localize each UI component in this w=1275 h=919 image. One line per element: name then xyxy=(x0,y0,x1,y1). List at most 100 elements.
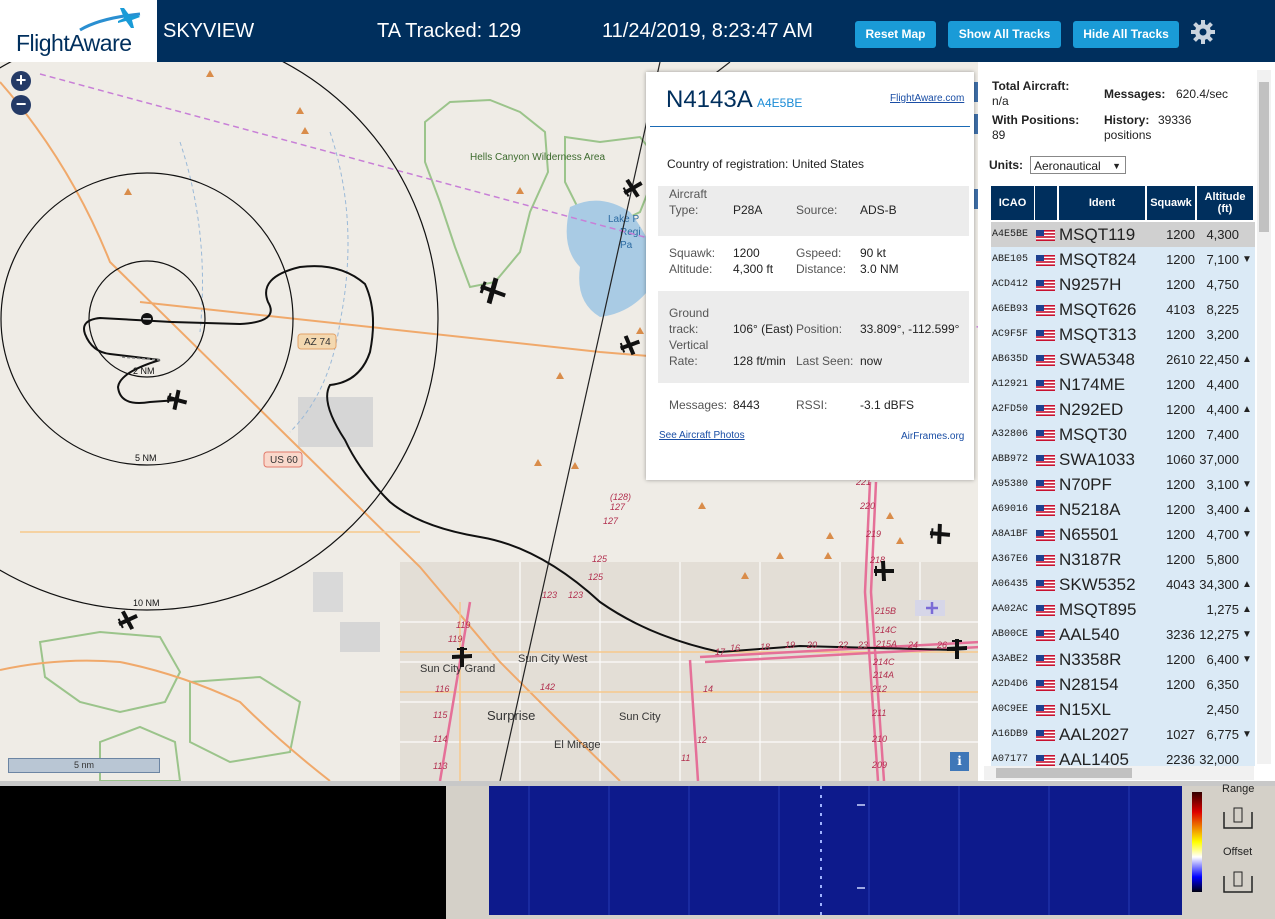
row-trend-arrow xyxy=(1241,547,1253,572)
table-row[interactable]: A3ABE2 N3358R 1200 6,400 ▼ xyxy=(991,647,1255,672)
mile-marker: 211 xyxy=(871,708,886,718)
row-altitude: 7,400 xyxy=(1206,427,1239,442)
spectrum-divider[interactable] xyxy=(446,786,458,919)
plane-icon[interactable] xyxy=(115,607,142,634)
mile-marker: (128) xyxy=(610,492,631,502)
table-row[interactable]: A12921 N174ME 1200 4,400 xyxy=(991,372,1255,397)
table-row[interactable]: A16DB9 AAL2027 1027 6,775 ▼ xyxy=(991,722,1255,747)
aircraft-type-label-2: Type: xyxy=(669,203,699,217)
table-row[interactable]: A8A1BF N65501 1200 4,700 ▼ xyxy=(991,522,1255,547)
position-label: Position: xyxy=(796,322,843,336)
horizontal-scroll-thumb[interactable] xyxy=(996,768,1132,778)
row-trend-arrow xyxy=(1241,222,1253,247)
table-row[interactable]: AB635D SWA5348 2610 22,450 ▲ xyxy=(991,347,1255,372)
source-label: Source: xyxy=(796,203,838,217)
row-icao: A3ABE2 xyxy=(992,654,1029,665)
table-row[interactable]: AB00CE AAL540 3236 12,275 ▼ xyxy=(991,622,1255,647)
row-icao: ABE105 xyxy=(992,254,1029,265)
row-ident: N65501 xyxy=(1059,525,1119,544)
table-row[interactable]: AC9F5F MSQT313 1200 3,200 xyxy=(991,322,1255,347)
plane-icon[interactable] xyxy=(619,174,646,201)
offset-slider[interactable] xyxy=(1222,870,1254,896)
plane-icon[interactable] xyxy=(929,523,951,545)
table-row[interactable]: A0C9EE N15XL 2,450 xyxy=(991,697,1255,722)
col-header-ident[interactable]: Ident xyxy=(1059,186,1145,220)
vertical-scrollbar[interactable] xyxy=(1257,70,1271,764)
row-trend-arrow xyxy=(1241,747,1253,766)
plane-icon[interactable] xyxy=(165,388,189,412)
row-altitude: 37,000 xyxy=(1199,452,1239,467)
altitude-label: Altitude: xyxy=(669,262,713,276)
row-squawk: 1200 xyxy=(1166,552,1195,567)
col-header-icao[interactable]: ICAO xyxy=(991,186,1034,220)
row-icao: A6EB93 xyxy=(992,304,1029,315)
row-icao: AC9F5F xyxy=(992,329,1029,340)
row-trend-arrow xyxy=(1241,672,1253,697)
mile-marker: 214C xyxy=(872,657,895,667)
range-label-10nm: 10 NM xyxy=(133,598,160,608)
flightaware-link[interactable]: FlightAware.com xyxy=(890,93,964,104)
row-icao: AB635D xyxy=(992,354,1029,365)
mile-marker: 22 xyxy=(837,640,848,650)
table-row[interactable]: ABE105 MSQT824 1200 7,100 ▼ xyxy=(991,247,1255,272)
us-flag-icon xyxy=(1036,455,1055,466)
aircraft-photos-link[interactable]: See Aircraft Photos xyxy=(659,430,745,441)
airframes-link[interactable]: AirFrames.org xyxy=(901,431,964,442)
show-all-tracks-button[interactable]: Show All Tracks xyxy=(948,21,1061,48)
table-row[interactable]: A32806 MSQT30 1200 7,400 xyxy=(991,422,1255,447)
mile-marker: 113 xyxy=(433,761,447,771)
row-ident: N3358R xyxy=(1059,650,1122,669)
us-flag-icon xyxy=(1036,255,1055,266)
plane-icon[interactable] xyxy=(476,274,509,307)
row-trend-arrow: ▼ xyxy=(1242,479,1252,490)
table-row[interactable]: A6EB93 MSQT626 4103 8,225 xyxy=(991,297,1255,322)
table-row[interactable]: ACD412 N9257H 1200 4,750 xyxy=(991,272,1255,297)
table-row[interactable]: A69016 N5218A 1200 3,400 ▲ xyxy=(991,497,1255,522)
hide-all-tracks-button[interactable]: Hide All Tracks xyxy=(1073,21,1179,48)
horizontal-scrollbar[interactable] xyxy=(984,766,1254,780)
table-row[interactable]: A367E6 N3187R 1200 5,800 xyxy=(991,547,1255,572)
table-row[interactable]: ABB972 SWA1033 1060 37,000 xyxy=(991,447,1255,472)
range-slider[interactable] xyxy=(1222,806,1254,832)
table-row[interactable]: A4E5BE MSQT119 1200 4,300 xyxy=(991,222,1255,247)
row-ident: N70PF xyxy=(1059,475,1112,494)
row-squawk: 1200 xyxy=(1166,502,1195,517)
table-row[interactable]: AA02AC MSQT895 1,275 ▲ xyxy=(991,597,1255,622)
row-squawk: 1200 xyxy=(1166,377,1195,392)
row-squawk xyxy=(1146,597,1195,622)
info-icon[interactable]: i xyxy=(950,752,969,771)
us-flag-icon xyxy=(1036,505,1055,516)
gear-icon[interactable] xyxy=(1190,19,1216,45)
row-trend-arrow: ▼ xyxy=(1242,729,1252,740)
table-row[interactable]: A06435 SKW5352 4043 34,300 ▲ xyxy=(991,572,1255,597)
row-squawk: 1200 xyxy=(1166,252,1195,267)
messages-rate-label: Messages: xyxy=(1104,87,1166,101)
table-row[interactable]: A2D4D6 N28154 1200 6,350 xyxy=(991,672,1255,697)
row-trend-arrow: ▲ xyxy=(1242,579,1252,590)
messages-value: 8443 xyxy=(733,398,760,412)
zoom-out-icon[interactable]: − xyxy=(11,95,31,115)
row-trend-arrow xyxy=(1241,447,1253,472)
col-header-altitude[interactable]: Altitude (ft) xyxy=(1197,186,1253,220)
zoom-in-icon[interactable]: + xyxy=(11,71,31,91)
row-squawk: 2610 xyxy=(1166,352,1195,367)
row-squawk: 1200 xyxy=(1166,527,1195,542)
col-header-squawk[interactable]: Squawk xyxy=(1147,186,1195,220)
row-squawk: 4043 xyxy=(1166,577,1195,592)
place-label-el-mirage: El Mirage xyxy=(554,739,600,751)
row-ident: N28154 xyxy=(1059,675,1119,694)
table-row[interactable]: A07177 AAL1405 2236 32,000 xyxy=(991,747,1255,766)
aircraft-table[interactable]: ICAO Ident Squawk Altitude (ft) A4E5BE MS… xyxy=(991,186,1255,766)
aircraft-type-label-1: Aircraft xyxy=(669,187,708,201)
table-row[interactable]: A95380 N70PF 1200 3,100 ▼ xyxy=(991,472,1255,497)
range-label-2nm: 2 NM xyxy=(133,366,155,376)
flightaware-logo[interactable]: FlightAware xyxy=(0,0,157,62)
mile-marker: 212 xyxy=(871,684,887,694)
vertical-scroll-thumb[interactable] xyxy=(1259,82,1269,232)
reset-map-button[interactable]: Reset Map xyxy=(855,21,936,48)
row-icao: ACD412 xyxy=(992,279,1029,290)
table-row[interactable]: A2FD50 N292ED 1200 4,400 ▲ xyxy=(991,397,1255,422)
row-squawk: 1200 xyxy=(1166,477,1195,492)
map-view[interactable]: Lake P Regi Pa xyxy=(0,62,978,781)
units-select[interactable]: Aeronautical ▼ xyxy=(1030,156,1126,174)
